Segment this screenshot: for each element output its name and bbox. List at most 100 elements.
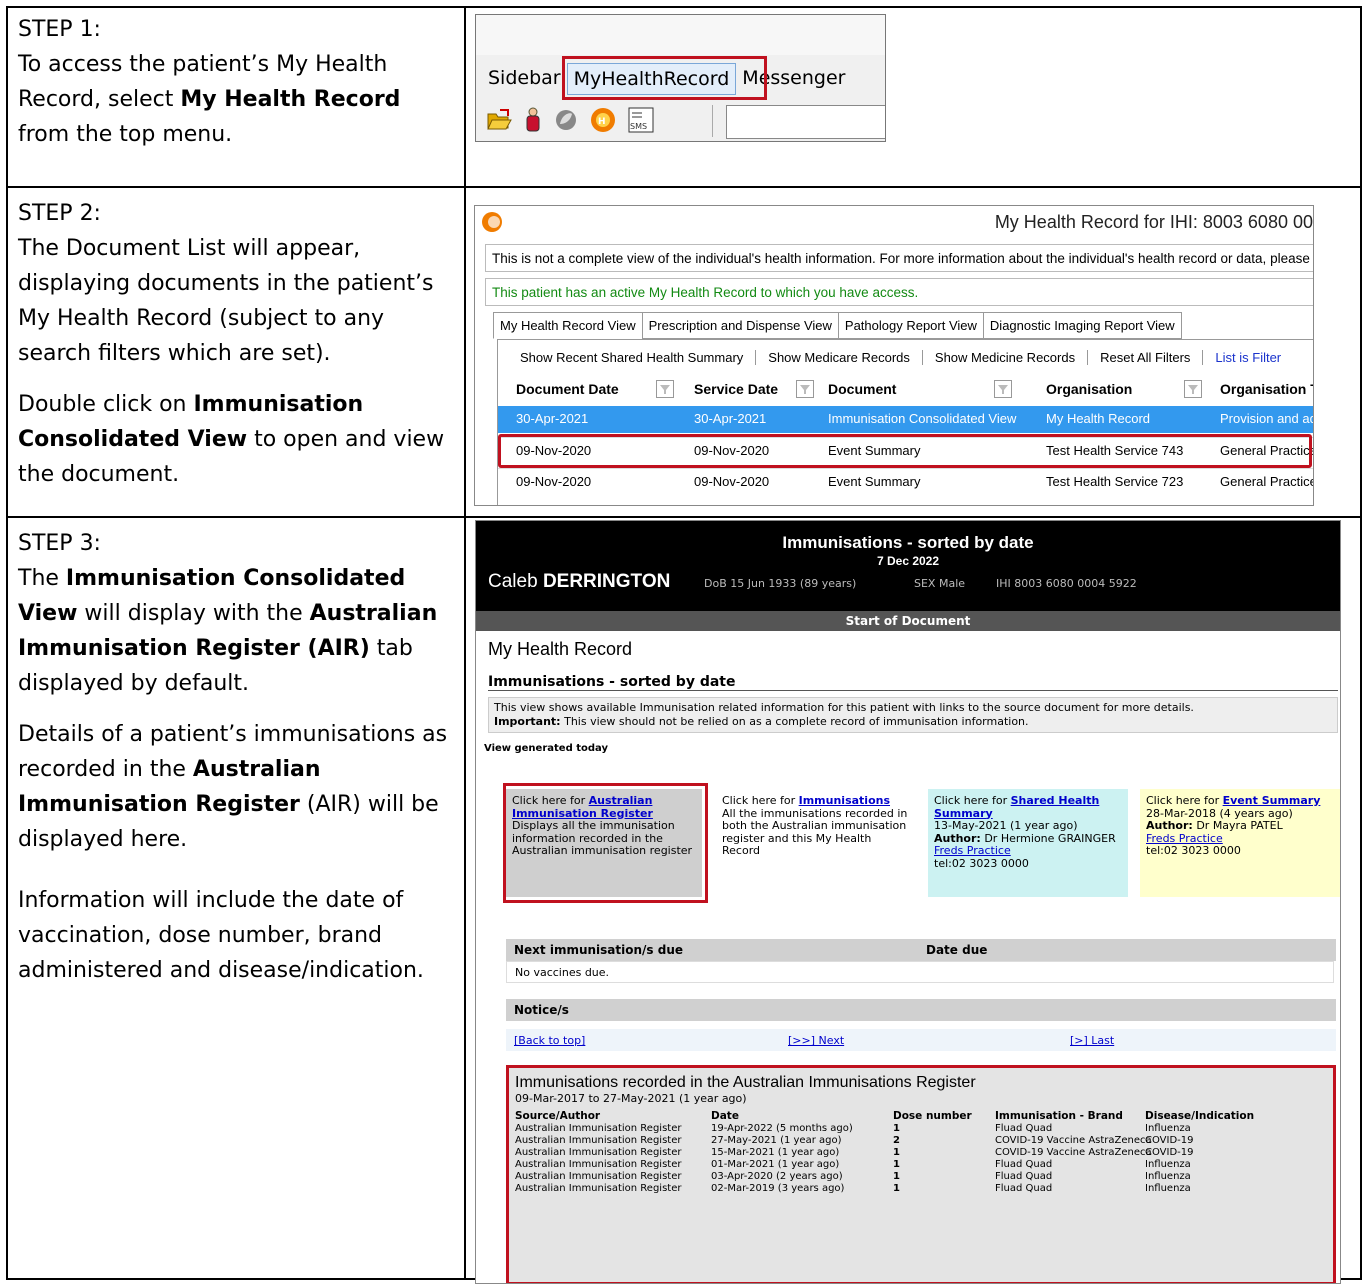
next-due-header: Next immunisation/s due Date due	[506, 939, 1336, 961]
table-cell: 30-Apr-2021	[694, 411, 767, 426]
toolbar-input[interactable]	[726, 105, 885, 139]
no-vaccines-text: No vaccines due.	[506, 961, 1334, 983]
table-cell: Event Summary	[828, 474, 921, 489]
table-row[interactable]: 30-Apr-2021 30-Apr-2021 Immunisation Conso…	[498, 406, 1314, 433]
view-generated: View generated today	[484, 743, 608, 754]
step-heading: STEP 1:	[18, 17, 101, 42]
air-table-header: Source/Author Date Dose number Immunisation…	[515, 1110, 1255, 1122]
table-cell: My Health Record	[1046, 411, 1151, 426]
notices-header: Notice/s	[506, 999, 1336, 1021]
filter-icon[interactable]	[994, 380, 1012, 398]
svg-text:SMS: SMS	[630, 122, 647, 131]
tab-diagnostic-imaging-report-view[interactable]: Diagnostic Imaging Report View	[982, 312, 1182, 339]
person-icon[interactable]	[524, 107, 542, 133]
document-header: Immunisations - sorted by date 7 Dec 202…	[476, 521, 1340, 631]
patient-dob: DoB 15 Jun 1933 (89 years)	[704, 577, 857, 590]
step-paragraph: Double click on Immunisation Consolidate…	[18, 392, 445, 487]
filter-icon[interactable]	[656, 380, 674, 398]
show-medicine-records-button[interactable]: Show Medicine Records	[921, 350, 1087, 365]
step-heading: STEP 2:	[18, 201, 101, 226]
document-title: Immunisations - sorted by date	[782, 533, 1034, 552]
access-notice: This patient has an active My Health Rec…	[485, 278, 1313, 306]
step-paragraph: The Document List will appear, displayin…	[18, 236, 434, 366]
menu-item-sidebar[interactable]: Sidebar	[482, 63, 567, 95]
view-tabs: My Health Record View Prescription and D…	[493, 312, 1182, 339]
step-heading: STEP 3:	[18, 531, 101, 556]
col-document[interactable]: Document	[828, 381, 896, 397]
tab-pathology-report-view[interactable]: Pathology Report View	[837, 312, 984, 339]
air-range: 09-Mar-2017 to 27-May-2021 (1 year ago)	[515, 1092, 747, 1105]
step-paragraph: Details of a patient’s immunisations as …	[18, 722, 448, 852]
table-cell: 30-Apr-2021	[516, 411, 589, 426]
table-cell: 09-Nov-2020	[694, 474, 770, 489]
table-cell: Test Health Service 723	[1046, 474, 1184, 489]
filter-toolbar: Show Recent Shared Health Summary Show M…	[508, 350, 1293, 365]
col-service-date[interactable]: Service Date	[694, 381, 778, 397]
step-2-text: STEP 2: The Document List will appear, di…	[18, 196, 448, 508]
table-cell: 09-Nov-2020	[516, 474, 592, 489]
step-paragraph: The Immunisation Consolidated View will …	[18, 566, 438, 696]
row-divider-2	[8, 516, 1360, 518]
subheading: Immunisations - sorted by date	[488, 674, 1338, 691]
air-table-row: Australian Immunisation Register 15-Mar-2…	[515, 1147, 1194, 1158]
highlight-box-row	[498, 434, 1312, 468]
next-link[interactable]: [>>] Next	[788, 1034, 844, 1047]
info-box: This view shows available Immunisation r…	[488, 697, 1338, 733]
air-table-row: Australian Immunisation Register 02-Mar-2…	[515, 1183, 1191, 1194]
table-header: Document Date Service Date Document Orga…	[498, 376, 1313, 404]
card-link[interactable]: Immunisations	[799, 794, 890, 807]
air-table-row: Australian Immunisation Register 27-May-2…	[515, 1135, 1194, 1146]
col-document-date[interactable]: Document Date	[516, 381, 619, 397]
back-to-top-link[interactable]: [Back to top]	[514, 1034, 585, 1047]
list-filtered-link[interactable]: List is Filter	[1202, 350, 1293, 365]
svg-text:H: H	[598, 117, 606, 127]
air-table: Source/Author Date Dose number Immunisation…	[515, 1110, 1327, 1195]
app-logo-icon	[482, 212, 502, 232]
section-title: My Health Record	[488, 639, 633, 659]
row-divider-1	[8, 186, 1360, 188]
tab-prescription-and-dispense-view[interactable]: Prescription and Dispense View	[641, 312, 839, 339]
leaf-icon[interactable]	[554, 108, 578, 132]
highlight-box-menu	[562, 56, 767, 100]
immunisation-consolidated-view: Immunisations - sorted by date 7 Dec 202…	[475, 520, 1341, 1284]
table-cell: Provision and adr	[1220, 411, 1314, 426]
last-link[interactable]: [>] Last	[1070, 1034, 1114, 1047]
air-section: Immunisations recorded in the Australian…	[506, 1065, 1336, 1283]
column-divider	[464, 8, 466, 1278]
toolbar: H SMS	[486, 107, 654, 133]
air-title: Immunisations recorded in the Australian…	[515, 1074, 976, 1091]
filter-icon[interactable]	[796, 380, 814, 398]
card-link[interactable]: Event Summary	[1223, 794, 1321, 807]
air-table-row: Australian Immunisation Register 01-Mar-2…	[515, 1159, 1191, 1170]
start-of-document-bar: Start of Document	[476, 611, 1340, 631]
window-titlebar: My Health Record for IHI: 8003 6080 000	[475, 206, 1313, 241]
step-paragraph: To access the patient’s My Health Record…	[18, 52, 401, 147]
patient-sex: SEX Male	[914, 577, 966, 590]
tab-my-health-record-view[interactable]: My Health Record View	[493, 312, 643, 339]
step-3-text: STEP 3: The Immunisation Consolidated Vie…	[18, 526, 448, 1004]
col-organisation[interactable]: Organisation	[1046, 381, 1132, 397]
table-cell: General Practice	[1220, 474, 1314, 489]
incomplete-view-notice: This is not a complete view of the indiv…	[485, 244, 1313, 272]
step-paragraph: Information will include the date of vac…	[18, 888, 424, 983]
folder-open-icon[interactable]	[486, 108, 512, 132]
document-nav: [Back to top] [>>] Next [>] Last	[506, 1029, 1336, 1051]
filter-icon[interactable]	[1184, 380, 1202, 398]
patient-name: Caleb DERRINGTON	[488, 571, 671, 592]
nav-card[interactable]: Click here for Shared Health Summary 13-M…	[928, 789, 1128, 897]
window-title: My Health Record for IHI: 8003 6080 000	[994, 212, 1314, 232]
show-recent-shs-button[interactable]: Show Recent Shared Health Summary	[508, 350, 755, 365]
show-medicare-records-button[interactable]: Show Medicare Records	[755, 350, 922, 365]
org-link[interactable]: Freds Practice	[934, 844, 1122, 858]
col-organisation-type[interactable]: Organisation T	[1220, 381, 1313, 397]
health-logo-icon[interactable]: H	[590, 107, 616, 133]
table-row[interactable]: 09-Nov-2020 09-Nov-2020 Event Summary Test …	[498, 468, 1314, 496]
sms-icon[interactable]: SMS	[628, 107, 654, 133]
document-date: 7 Dec 2022	[876, 554, 940, 568]
highlight-box-air-card	[503, 783, 708, 903]
nav-card[interactable]: Click here for Immunisations All the immu…	[716, 789, 916, 897]
air-table-row: Australian Immunisation Register 03-Apr-2…	[515, 1171, 1191, 1182]
step-1-text: STEP 1: To access the patient’s My Health…	[18, 12, 448, 168]
nav-card[interactable]: Click here for Event Summary 28-Mar-2018 …	[1140, 789, 1340, 897]
reset-all-filters-button[interactable]: Reset All Filters	[1087, 350, 1202, 365]
